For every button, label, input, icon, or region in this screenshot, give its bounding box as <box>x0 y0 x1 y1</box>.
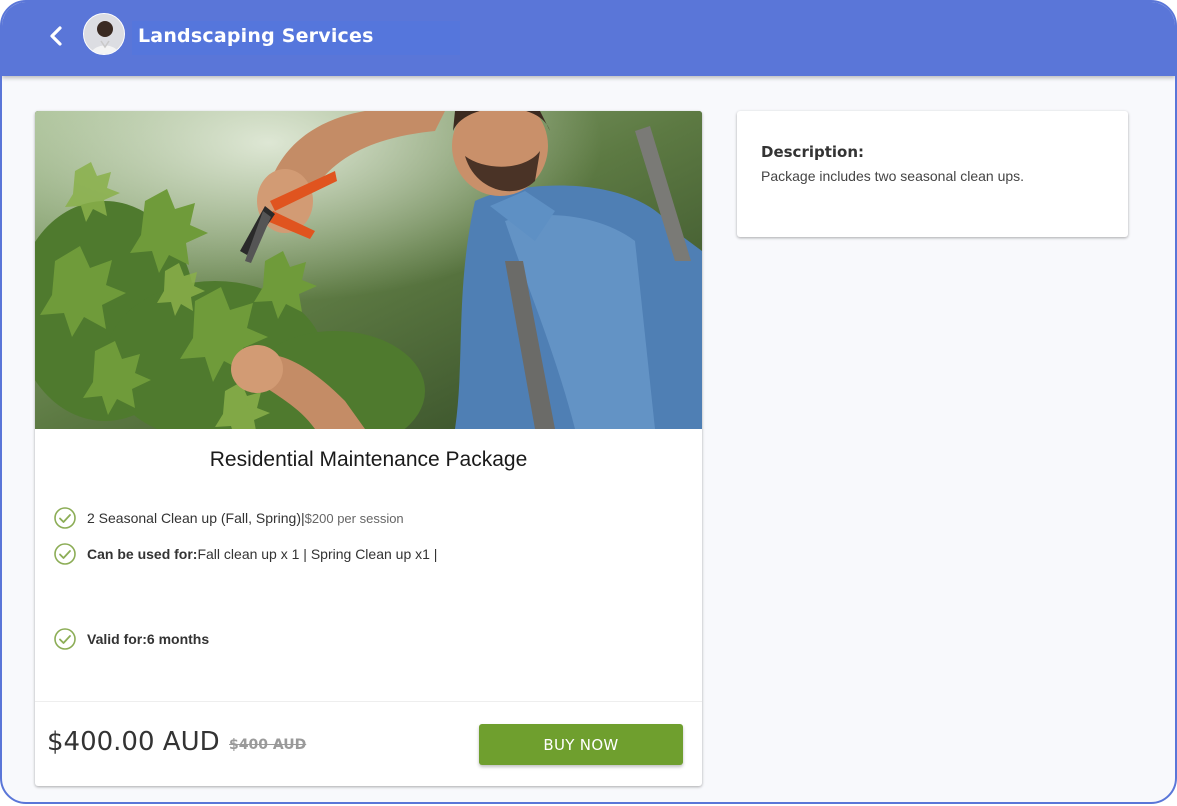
check-circle-icon <box>54 507 76 529</box>
package-image <box>35 111 702 451</box>
check-circle-icon <box>54 628 76 650</box>
price: $400.00 AUD <box>47 727 220 757</box>
description-label: Description: <box>761 143 865 161</box>
header-title-area: Landscaping Services <box>132 21 460 55</box>
description-text: Package includes two seasonal clean ups. <box>761 168 1025 184</box>
back-button[interactable] <box>42 22 70 50</box>
card-footer: $400.00 AUD $400 AUD BUY NOW <box>35 701 702 786</box>
original-price: $400 AUD <box>229 737 307 753</box>
feature-value: 6 months <box>146 631 210 647</box>
check-circle-icon <box>54 543 76 565</box>
feature-label: Valid for: <box>87 631 147 647</box>
buy-now-button[interactable]: BUY NOW <box>479 724 683 765</box>
chevron-left-icon <box>50 26 62 46</box>
feature-value: Fall clean up x 1 | Spring Clean up x1 | <box>197 546 438 562</box>
feature-extra: $200 per session <box>304 510 404 526</box>
feature-label: Can be used for: <box>87 546 198 562</box>
gardener-photo <box>35 111 702 451</box>
app-header: Landscaping Services <box>2 2 1175 76</box>
app-window: Landscaping Services Residential Mainten… <box>0 0 1177 804</box>
feature-item-validity: Valid for: 6 months <box>53 627 209 651</box>
package-title: Residential Maintenance Package <box>209 448 528 471</box>
feature-item-seasonal: 2 Seasonal Clean up (Fall, Spring)| $200… <box>53 506 404 530</box>
avatar[interactable] <box>83 13 125 55</box>
person-photo-icon <box>84 14 124 54</box>
page-title: Landscaping Services <box>138 25 374 47</box>
feature-item-usage: Can be used for: Fall clean up x 1 | Spr… <box>53 542 437 566</box>
description-card: Description: Package includes two season… <box>737 111 1128 237</box>
package-card: Residential Maintenance Package 2 Season… <box>35 111 702 786</box>
feature-text: 2 Seasonal Clean up (Fall, Spring)| <box>87 510 305 526</box>
